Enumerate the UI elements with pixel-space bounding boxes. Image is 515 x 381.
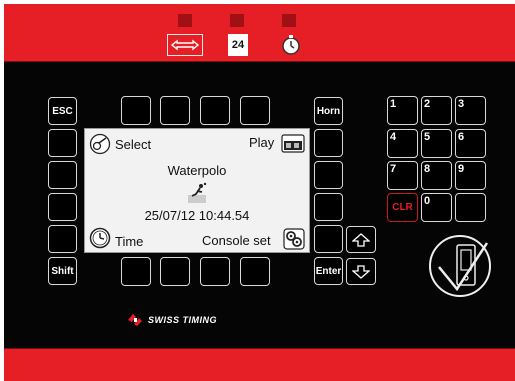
top-soft-key-3[interactable]	[200, 96, 230, 125]
left-key-1[interactable]	[48, 129, 77, 157]
bottom-soft-key-3[interactable]	[200, 257, 230, 286]
right-key-2[interactable]	[314, 161, 343, 189]
right-key-3[interactable]	[314, 193, 343, 221]
num-key-3[interactable]: 3	[455, 96, 486, 125]
top-soft-key-2[interactable]	[160, 96, 190, 125]
top-soft-key-1[interactable]	[121, 96, 151, 125]
top-status-bar: 24	[4, 4, 515, 62]
num-key-6[interactable]: 6	[455, 129, 486, 158]
left-key-2[interactable]	[48, 161, 77, 189]
bottom-bar	[4, 348, 515, 381]
swiss-timing-mark-icon	[128, 314, 142, 326]
swap-arrows-icon	[167, 34, 203, 56]
lcd-play-label: Play	[249, 135, 275, 150]
arrow-down-button[interactable]	[346, 258, 376, 285]
lcd-select-label: Select	[115, 137, 152, 152]
left-key-4[interactable]	[48, 225, 77, 253]
lcd-datetime: 25/07/12 10:44.54	[144, 208, 250, 223]
num-key-1[interactable]: 1	[387, 96, 418, 125]
arrow-up-button[interactable]	[346, 226, 376, 253]
right-key-1[interactable]	[314, 129, 343, 157]
bottom-soft-key-1[interactable]	[121, 257, 151, 286]
time-clock-icon	[89, 227, 111, 249]
right-key-4[interactable]	[314, 225, 343, 253]
arrow-up-icon	[352, 232, 370, 247]
num-key-9[interactable]: 9	[455, 161, 486, 190]
left-key-3[interactable]	[48, 193, 77, 221]
indicator-led-3	[282, 14, 296, 27]
lcd-console-set-label: Console set	[202, 233, 271, 248]
indicator-led-2	[230, 14, 244, 27]
num-key-0[interactable]: 0	[421, 193, 452, 222]
play-scoreboard-icon	[281, 132, 305, 154]
swiss-timing-logo: SWISS TIMING	[126, 312, 217, 328]
power-check-icon	[429, 235, 491, 297]
select-whistle-icon	[89, 133, 111, 155]
esc-button[interactable]: ESC	[48, 97, 77, 125]
shift-button[interactable]: Shift	[48, 257, 77, 285]
clear-button[interactable]: CLR	[387, 193, 418, 222]
enter-button[interactable]: Enter	[314, 257, 343, 285]
indicator-led-1	[178, 14, 192, 27]
num-key-7[interactable]: 7	[387, 161, 418, 190]
num-key-blank[interactable]	[455, 193, 486, 222]
lcd-screen: Select Play Waterpolo 25/07/12 10:44.54 …	[84, 128, 310, 253]
lcd-time-label: Time	[115, 234, 144, 249]
shot-clock-24-display: 24	[228, 34, 248, 56]
arrow-down-icon	[352, 264, 370, 279]
waterpolo-player-icon	[186, 182, 208, 204]
num-key-8[interactable]: 8	[421, 161, 452, 190]
bottom-soft-key-4[interactable]	[240, 257, 270, 286]
bottom-soft-key-2[interactable]	[160, 257, 190, 286]
stopwatch-icon	[280, 34, 302, 56]
num-key-5[interactable]: 5	[421, 129, 452, 158]
num-key-4[interactable]: 4	[387, 129, 418, 158]
swiss-timing-logo-text: SWISS TIMING	[148, 315, 217, 325]
lcd-sport-name: Waterpolo	[167, 163, 227, 178]
console-set-gears-icon	[283, 228, 305, 250]
horn-button[interactable]: Horn	[314, 97, 343, 125]
power-switch[interactable]	[427, 233, 493, 299]
num-key-2[interactable]: 2	[421, 96, 452, 125]
top-soft-key-4[interactable]	[240, 96, 270, 125]
